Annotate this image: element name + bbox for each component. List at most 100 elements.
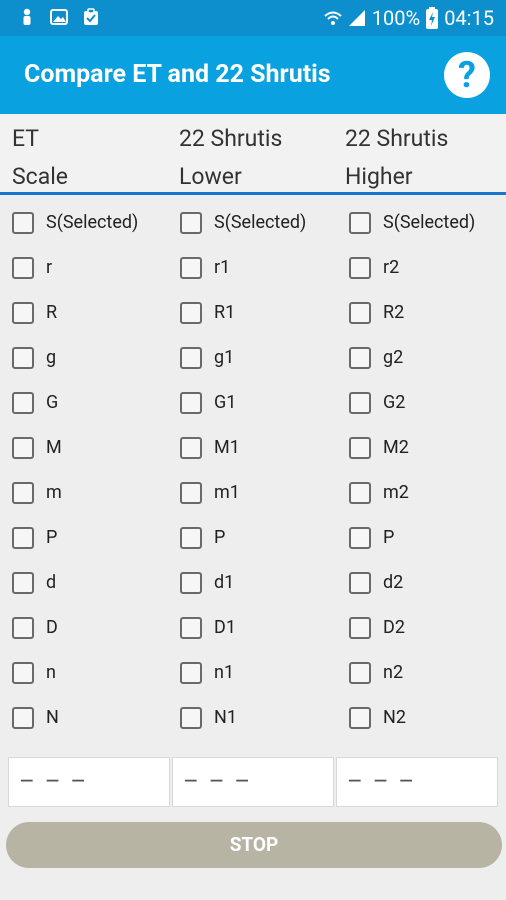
header-shrutis-higher: 22 Shrutis Higher <box>345 125 449 190</box>
checkbox-label: n <box>46 662 56 683</box>
checkbox[interactable] <box>349 526 371 549</box>
checkbox-label: N2 <box>383 707 406 728</box>
checkbox-row[interactable]: P <box>180 515 306 560</box>
checkbox[interactable] <box>349 661 371 684</box>
checkbox-row[interactable]: G2 <box>349 380 475 425</box>
battery-percent: 100% <box>371 6 421 30</box>
checkbox[interactable] <box>12 706 34 729</box>
stop-button[interactable]: STOP <box>6 822 502 868</box>
checkbox[interactable] <box>349 571 371 594</box>
checkbox-row[interactable]: R1 <box>180 290 306 335</box>
person-icon <box>23 8 31 25</box>
checkbox[interactable] <box>349 211 371 234</box>
checkbox-label: g1 <box>214 347 235 368</box>
checkbox-row[interactable]: m <box>12 470 138 515</box>
checkbox[interactable] <box>180 301 202 324</box>
checkbox-row[interactable]: S(Selected) <box>180 200 306 245</box>
checkbox-label: d2 <box>383 572 404 593</box>
checkbox-label: N1 <box>214 707 237 728</box>
checkbox[interactable] <box>180 256 202 279</box>
checkbox-row[interactable]: d1 <box>180 560 306 605</box>
checkbox-label: M1 <box>214 437 240 458</box>
checkbox[interactable] <box>180 346 202 369</box>
checkbox-row[interactable]: D <box>12 605 138 650</box>
checkbox-label: D1 <box>214 617 236 638</box>
checkbox[interactable] <box>180 616 202 639</box>
shrutis-higher-list: S(Selected) r2 R2 g2 G2 M2 m2 Pd2 D2 n2 N2 <box>349 200 475 740</box>
et-output-field: – – – <box>8 757 170 807</box>
checkbox[interactable] <box>12 301 34 324</box>
checkbox[interactable] <box>180 436 202 459</box>
checkbox-row[interactable]: r1 <box>180 245 306 290</box>
checkbox-row[interactable]: m2 <box>349 470 475 515</box>
checkbox[interactable] <box>12 661 34 684</box>
checkbox-label: m <box>46 482 62 503</box>
checkbox[interactable] <box>349 436 371 459</box>
lower-output-field: – – – <box>172 757 334 807</box>
checkbox-row[interactable]: N1 <box>180 695 306 740</box>
checkbox[interactable] <box>349 616 371 639</box>
checkbox-row[interactable]: n <box>12 650 138 695</box>
checkbox-row[interactable]: M <box>12 425 138 470</box>
checkbox-row[interactable]: P <box>12 515 138 560</box>
checkbox-row[interactable]: S(Selected) <box>12 200 138 245</box>
checkbox-row[interactable]: r <box>12 245 138 290</box>
checkbox-label: n1 <box>214 662 235 683</box>
checkbox-row[interactable]: R <box>12 290 138 335</box>
header-divider <box>0 192 506 195</box>
checkbox-row[interactable]: M1 <box>180 425 306 470</box>
checkbox[interactable] <box>12 481 34 504</box>
checkbox[interactable] <box>180 661 202 684</box>
checkbox[interactable] <box>180 211 202 234</box>
checkbox-label: R <box>46 302 58 323</box>
checkbox[interactable] <box>349 301 371 324</box>
checkbox-row[interactable]: G <box>12 380 138 425</box>
checkbox[interactable] <box>12 526 34 549</box>
checkbox-row[interactable]: n1 <box>180 650 306 695</box>
checkbox[interactable] <box>349 256 371 279</box>
checkbox-row[interactable]: P <box>349 515 475 560</box>
checkbox[interactable] <box>12 346 34 369</box>
checkbox[interactable] <box>349 391 371 414</box>
checkbox[interactable] <box>180 481 202 504</box>
checkbox[interactable] <box>180 391 202 414</box>
checkbox-row[interactable]: M2 <box>349 425 475 470</box>
checkbox-row[interactable]: r2 <box>349 245 475 290</box>
checkbox-row[interactable]: G1 <box>180 380 306 425</box>
checkbox-row[interactable]: N2 <box>349 695 475 740</box>
checkbox[interactable] <box>12 391 34 414</box>
help-button[interactable]: ? <box>444 52 490 98</box>
checkbox-label: g <box>46 347 57 368</box>
clock: 04:15 <box>444 6 494 30</box>
checkbox-row[interactable]: N <box>12 695 138 740</box>
checkbox[interactable] <box>349 481 371 504</box>
checkbox-row[interactable]: g2 <box>349 335 475 380</box>
checkbox[interactable] <box>349 346 371 369</box>
checkbox[interactable] <box>12 211 34 234</box>
checkbox-label: P <box>383 527 395 548</box>
checkbox-label: S(Selected) <box>383 212 476 233</box>
checkbox[interactable] <box>180 526 202 549</box>
checkbox[interactable] <box>12 616 34 639</box>
checkbox-row[interactable]: g1 <box>180 335 306 380</box>
checkbox[interactable] <box>180 571 202 594</box>
checkbox-row[interactable]: d2 <box>349 560 475 605</box>
checkbox[interactable] <box>12 436 34 459</box>
checkbox[interactable] <box>349 706 371 729</box>
checkbox-row[interactable]: n2 <box>349 650 475 695</box>
app-title: Compare ET and 22 Shrutis <box>24 60 331 89</box>
checkbox[interactable] <box>180 706 202 729</box>
checkbox-row[interactable]: D2 <box>349 605 475 650</box>
checkbox[interactable] <box>12 256 34 279</box>
checkbox-label: G2 <box>383 392 406 413</box>
checkbox-row[interactable]: S(Selected) <box>349 200 475 245</box>
checkbox[interactable] <box>12 571 34 594</box>
checkbox-label: d1 <box>214 572 235 593</box>
checkbox-row[interactable]: m1 <box>180 470 306 515</box>
checkbox-row[interactable]: D1 <box>180 605 306 650</box>
checkbox-label: D2 <box>383 617 405 638</box>
checkbox-row[interactable]: g <box>12 335 138 380</box>
checkbox-row[interactable]: R2 <box>349 290 475 335</box>
checkbox-row[interactable]: d <box>12 560 138 605</box>
clipboard-icon <box>84 8 98 25</box>
